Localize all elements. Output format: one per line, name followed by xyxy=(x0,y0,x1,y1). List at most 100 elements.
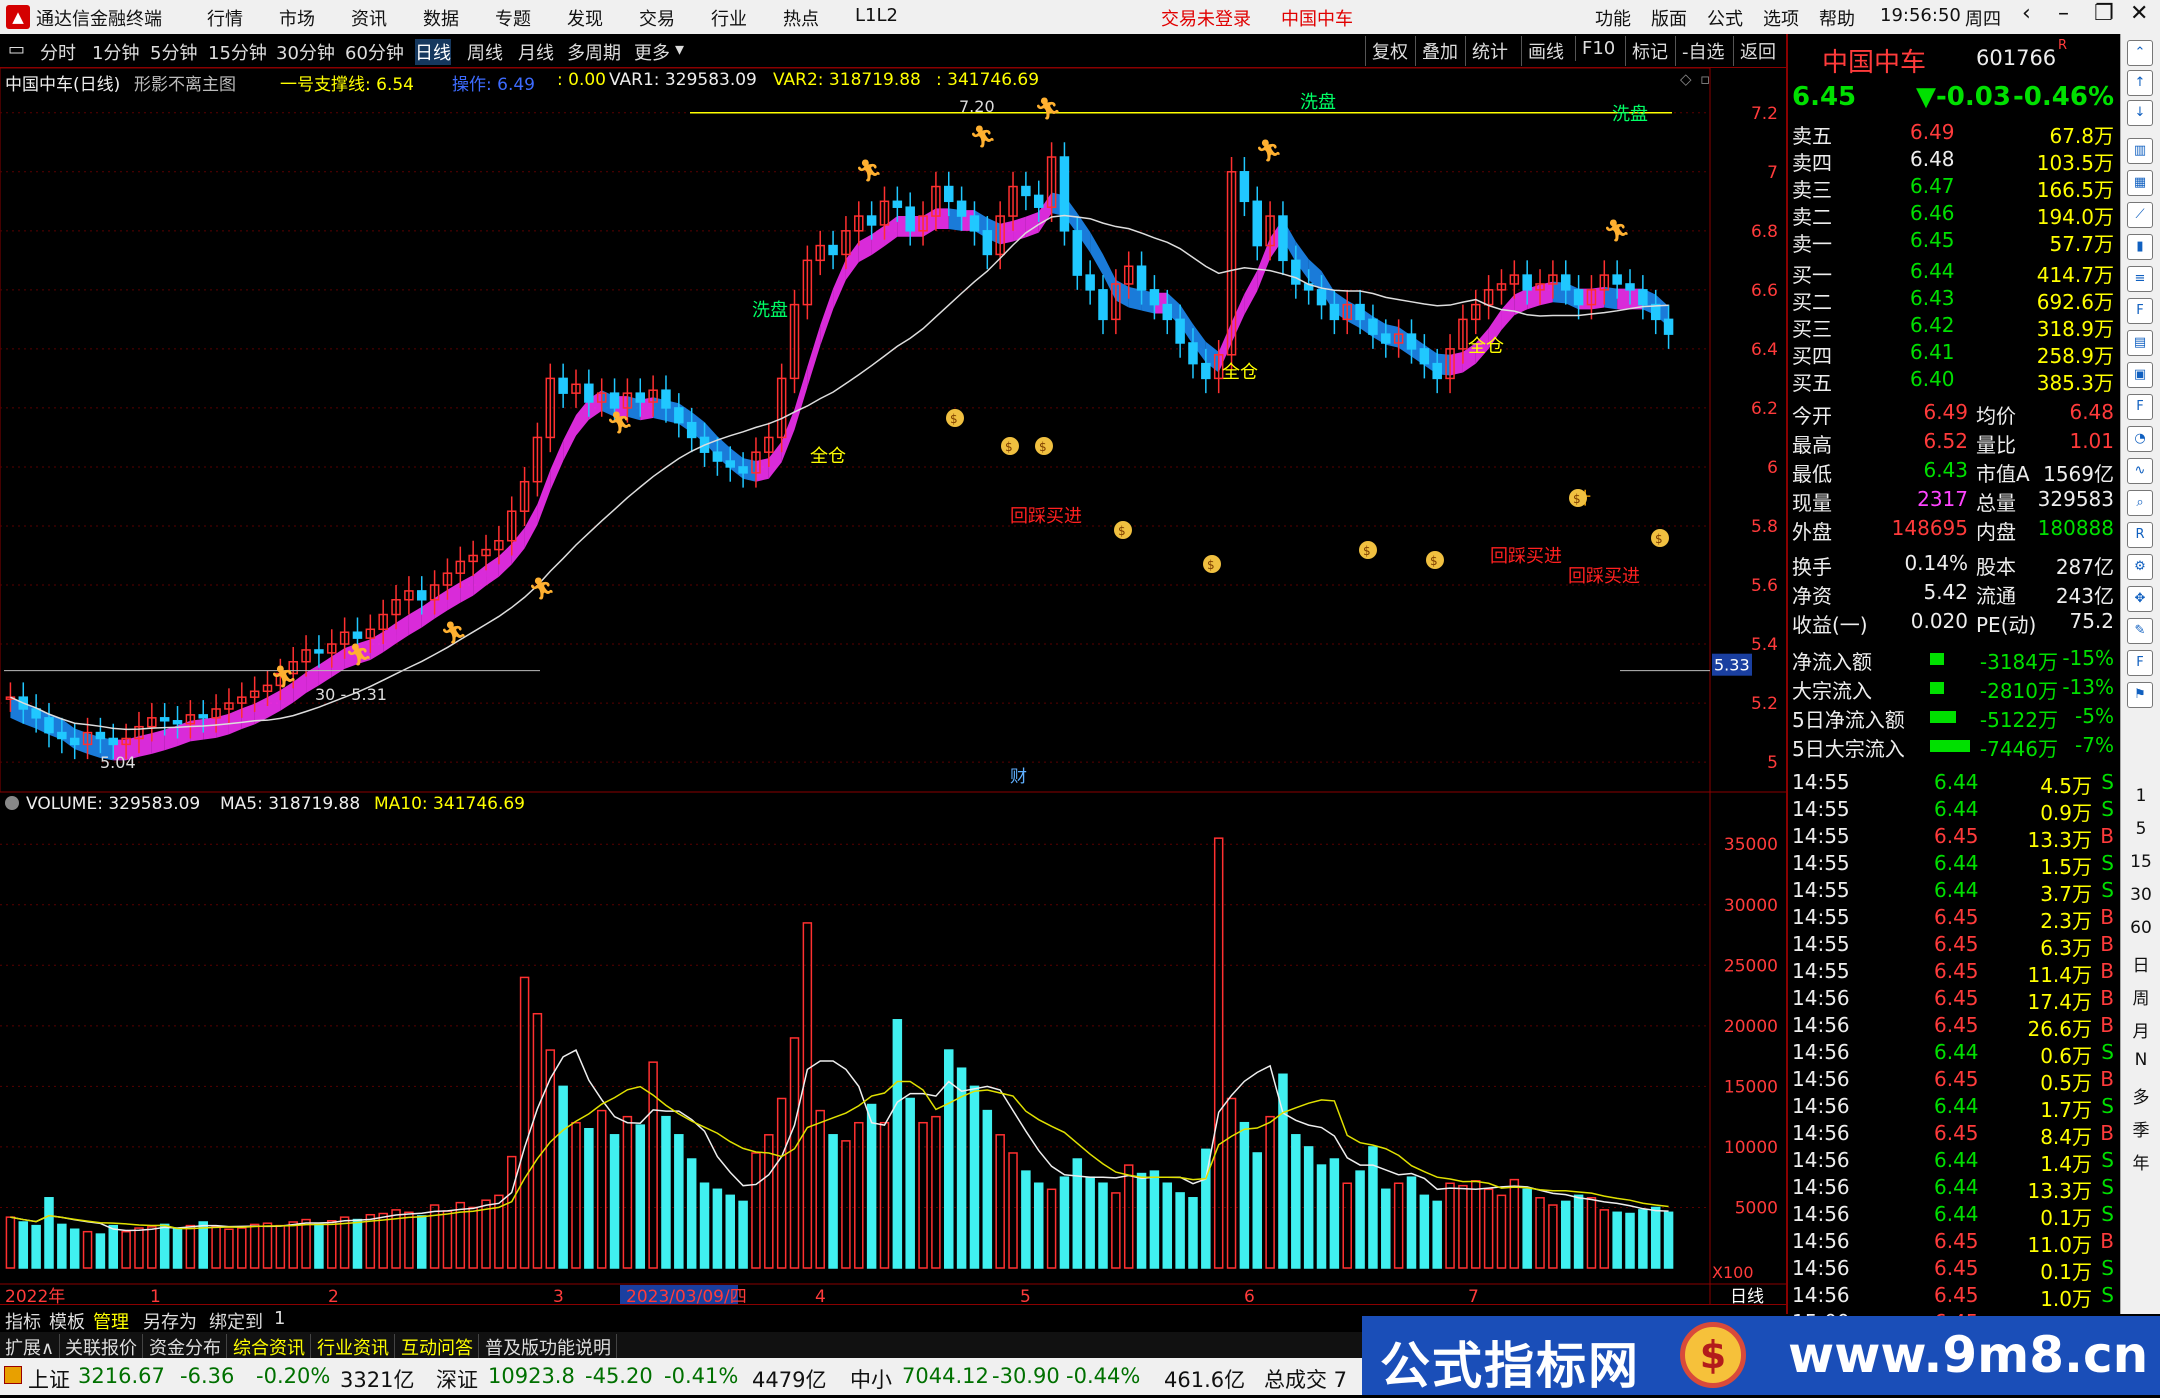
minimize-icon[interactable]: – xyxy=(2058,1,2069,26)
period-timeshare[interactable]: 分时 xyxy=(40,39,76,65)
toolbar-menu-icon[interactable]: ▭ xyxy=(8,39,25,60)
side-period-9[interactable]: 多 xyxy=(2129,1083,2153,1108)
flag-icon[interactable]: ⚑ xyxy=(2127,682,2153,708)
side-period-3[interactable]: 30 xyxy=(2129,885,2153,905)
tab-manage[interactable]: 管理 xyxy=(93,1308,129,1334)
kline-icon[interactable]: ▥ xyxy=(2127,138,2153,164)
tab-bind-to[interactable]: 绑定到 xyxy=(209,1308,263,1334)
tool-stats[interactable]: 统计 xyxy=(1465,36,1514,66)
menu-l1l2[interactable]: L1L2 xyxy=(855,5,898,26)
tool-mark[interactable]: 标记 xyxy=(1625,36,1674,66)
tool-adjust[interactable]: 复权 xyxy=(1365,36,1414,66)
ask-row[interactable]: 卖五 6.49 67.8万 xyxy=(1792,120,2118,148)
ask-row[interactable]: 卖三 6.47 166.5万 xyxy=(1792,174,2118,202)
more-dropdown-icon[interactable]: ▾ xyxy=(675,39,684,60)
bar-icon[interactable]: ▮ xyxy=(2127,234,2153,260)
arrow-up-icon[interactable]: ↑ xyxy=(2127,70,2153,96)
menu-hot[interactable]: 热点 xyxy=(783,5,819,31)
tool-f10[interactable]: F10 xyxy=(1575,36,1621,61)
ask-row[interactable]: 卖一 6.45 57.7万 xyxy=(1792,228,2118,256)
menu-news[interactable]: 资讯 xyxy=(351,5,387,31)
ext-news[interactable]: 综合资讯 xyxy=(228,1334,311,1360)
side-period-4[interactable]: 60 xyxy=(2129,918,2153,938)
kline-chart[interactable]: 7.2 7 6.8 6.6 6.4 6.2 6 5.8 5.6 5.4 5.2 5 5.33 7.20 5.… xyxy=(0,68,1786,1304)
bid-row[interactable]: 买二 6.43 692.6万 xyxy=(1792,286,2118,314)
tab-one[interactable]: 1 xyxy=(274,1308,285,1329)
period-more[interactable]: 更多 xyxy=(634,39,670,65)
rsi-icon[interactable]: R xyxy=(2127,522,2153,548)
period-15min[interactable]: 15分钟 xyxy=(208,39,267,65)
menu-options[interactable]: 选项 xyxy=(1763,5,1799,31)
side-period-7[interactable]: 月 xyxy=(2129,1017,2153,1042)
back-icon[interactable]: ‹ xyxy=(2022,1,2031,26)
zx-name[interactable]: 中小 xyxy=(850,1364,892,1394)
settings-icon[interactable]: ⚙ xyxy=(2127,554,2153,580)
menu-help[interactable]: 帮助 xyxy=(1819,5,1855,31)
trend-icon[interactable]: ⟋ xyxy=(2127,202,2153,228)
login-status[interactable]: 交易未登录 xyxy=(1161,5,1251,31)
tool-draw[interactable]: 画线 xyxy=(1521,36,1570,66)
up-icon[interactable]: ⌃ xyxy=(2127,40,2153,66)
period-60min[interactable]: 60分钟 xyxy=(345,39,404,65)
side-period-10[interactable]: 季 xyxy=(2129,1116,2153,1141)
search-icon[interactable]: ⌕ xyxy=(2127,490,2153,516)
tab-save-as[interactable]: 另存为 xyxy=(143,1308,197,1334)
menu-layout[interactable]: 版面 xyxy=(1651,5,1687,31)
chart-icon[interactable]: ◔ xyxy=(2127,426,2153,452)
doc-icon[interactable]: ▣ xyxy=(2127,362,2153,388)
ask-row[interactable]: 卖二 6.46 194.0万 xyxy=(1792,201,2118,229)
close-icon[interactable]: ✕ xyxy=(2130,1,2148,26)
menu-formula[interactable]: 公式 xyxy=(1707,5,1743,31)
list-icon[interactable]: ≡ xyxy=(2127,266,2153,292)
ask-row[interactable]: 卖四 6.48 103.5万 xyxy=(1792,147,2118,175)
move-icon[interactable]: ✥ xyxy=(2127,586,2153,612)
period-1min[interactable]: 1分钟 xyxy=(92,39,139,65)
ext-related[interactable]: 关联报价 xyxy=(60,1334,143,1360)
side-period-11[interactable]: 年 xyxy=(2129,1149,2153,1174)
menu-topic[interactable]: 专题 xyxy=(495,5,531,31)
menu-market[interactable]: 市场 xyxy=(279,5,315,31)
sh-name[interactable]: 上证 xyxy=(28,1364,70,1394)
period-30min[interactable]: 30分钟 xyxy=(276,39,335,65)
fs-icon[interactable]: F xyxy=(2127,650,2153,676)
tab-indicator[interactable]: 指标 xyxy=(5,1308,41,1334)
bid-row[interactable]: 买三 6.42 318.9万 xyxy=(1792,313,2118,341)
side-period-2[interactable]: 15 xyxy=(2129,852,2153,872)
ext-fund-dist[interactable]: 资金分布 xyxy=(144,1334,227,1360)
period-weekly[interactable]: 周线 xyxy=(467,39,503,65)
side-period-8[interactable]: N xyxy=(2129,1050,2153,1070)
f10-icon[interactable]: F xyxy=(2127,298,2153,324)
tool-overlay[interactable]: 叠加 xyxy=(1415,36,1464,66)
table-icon[interactable]: ▦ xyxy=(2127,170,2153,196)
bid-row[interactable]: 买五 6.40 385.3万 xyxy=(1792,367,2118,395)
formula-name[interactable]: 形影不离主图 xyxy=(134,70,236,95)
ext-expand[interactable]: 扩展∧ xyxy=(0,1334,61,1360)
grid-icon[interactable]: ▤ xyxy=(2127,330,2153,356)
menu-function[interactable]: 功能 xyxy=(1595,5,1631,31)
ext-qa[interactable]: 互动问答 xyxy=(396,1334,479,1360)
menu-quote[interactable]: 行情 xyxy=(207,5,243,31)
side-period-6[interactable]: 周 xyxy=(2129,984,2153,1009)
menu-trade[interactable]: 交易 xyxy=(639,5,675,31)
period-daily[interactable]: 日线 xyxy=(415,39,451,65)
period-5min[interactable]: 5分钟 xyxy=(150,39,197,65)
pencil-icon[interactable]: ✎ xyxy=(2127,618,2153,644)
fund-icon[interactable]: F xyxy=(2127,394,2153,420)
side-period-0[interactable]: 1 xyxy=(2129,786,2153,806)
restore-icon[interactable]: ❐ xyxy=(2094,1,2114,26)
period-multi[interactable]: 多周期 xyxy=(567,39,621,65)
tab-template[interactable]: 模板 xyxy=(49,1308,85,1334)
bid-row[interactable]: 买一 6.44 414.7万 xyxy=(1792,259,2118,287)
line-icon[interactable]: ∿ xyxy=(2127,458,2153,484)
tool-back[interactable]: 返回 xyxy=(1733,36,1782,66)
bid-row[interactable]: 买四 6.41 258.9万 xyxy=(1792,340,2118,368)
menu-discover[interactable]: 发现 xyxy=(567,5,603,31)
sz-name[interactable]: 深证 xyxy=(436,1364,478,1394)
ext-industry-news[interactable]: 行业资讯 xyxy=(312,1334,395,1360)
arrow-down-icon[interactable]: ↓ xyxy=(2127,100,2153,126)
menu-industry[interactable]: 行业 xyxy=(711,5,747,31)
stock-tab[interactable]: 中国中车 xyxy=(1281,5,1353,31)
side-period-1[interactable]: 5 xyxy=(2129,819,2153,839)
menu-data[interactable]: 数据 xyxy=(423,5,459,31)
ext-help[interactable]: 普及版功能说明 xyxy=(480,1334,617,1360)
